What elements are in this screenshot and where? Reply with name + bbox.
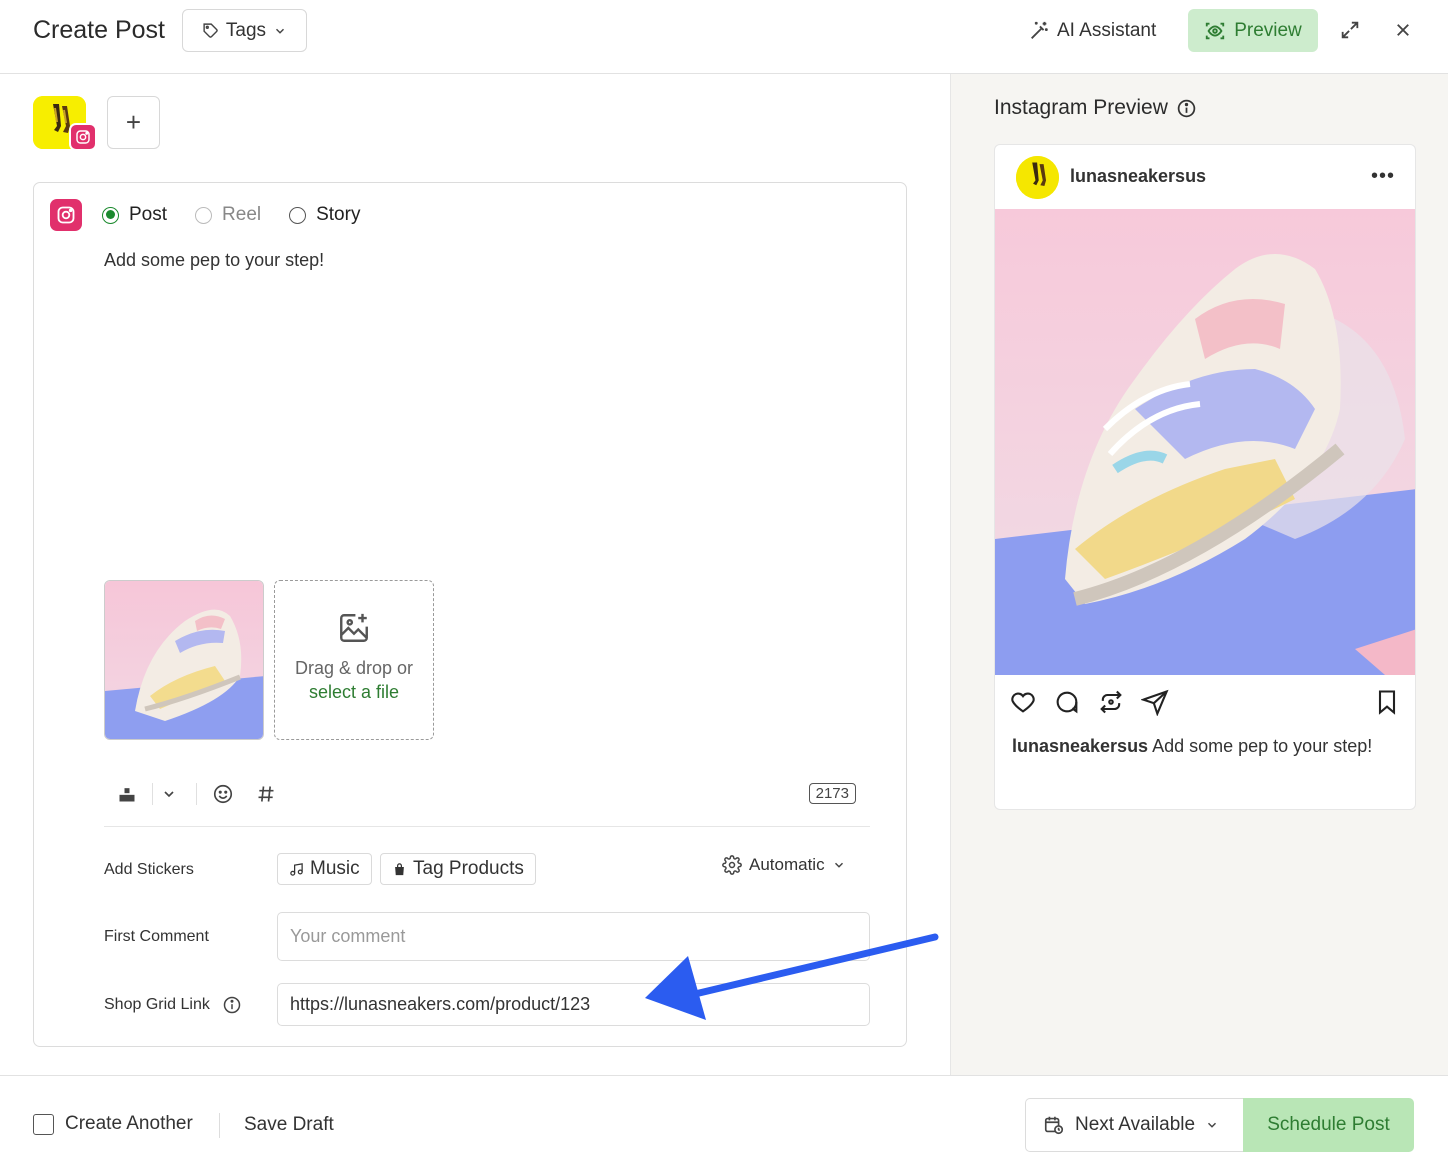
save-draft-button[interactable]: Save Draft (244, 1114, 334, 1136)
close-button[interactable] (1390, 16, 1416, 44)
magic-wand-icon (1031, 21, 1048, 39)
tags-button[interactable]: Tags (182, 9, 307, 52)
automatic-dropdown[interactable]: Automatic (722, 855, 846, 875)
hashtag-button[interactable] (253, 781, 279, 807)
sneaker-logo-icon (1016, 156, 1059, 199)
footer-divider (219, 1113, 220, 1138)
heart-icon[interactable] (1009, 688, 1037, 716)
page-title: Create Post (33, 16, 166, 44)
chevron-down-icon (834, 862, 843, 868)
chevron-down-icon (164, 791, 174, 798)
post-type-label: Reel (222, 204, 262, 225)
expand-icon (1341, 21, 1359, 39)
media-thumbnail[interactable] (104, 580, 264, 740)
preview-username: lunasneakersus (1070, 166, 1207, 186)
tags-label: Tags (225, 19, 267, 41)
preview-label: Preview (1234, 19, 1302, 41)
composer-panel: Post Reel Story Add some pep to your ste… (33, 182, 907, 1047)
emoji-icon (213, 784, 233, 804)
tag-products-label: Tag Products (413, 858, 524, 879)
sneaker-photo (105, 581, 263, 739)
info-icon[interactable] (222, 995, 242, 1015)
post-type-reel[interactable]: Reel (195, 204, 261, 226)
first-comment-label: First Comment (104, 928, 209, 945)
editor-toolbar: 2173 (104, 773, 870, 827)
music-label: Music (310, 858, 360, 879)
toolbar-divider (196, 783, 197, 805)
post-type-label: Post (129, 204, 168, 225)
preview-image (995, 209, 1415, 675)
select-file-link[interactable]: select a file (275, 682, 433, 703)
preview-button[interactable]: Preview (1188, 9, 1318, 52)
blocks-dropdown[interactable] (156, 781, 182, 807)
create-another-checkbox[interactable] (33, 1114, 54, 1135)
post-type-selector: Post Reel Story (102, 204, 360, 226)
dropzone-text: Drag & drop or (294, 658, 414, 678)
footer: Create Another Save Draft Next Available… (0, 1075, 1448, 1162)
character-count: 2173 (808, 783, 856, 804)
add-stickers-label: Add Stickers (104, 861, 194, 878)
post-type-story[interactable]: Story (289, 204, 360, 226)
media-dropzone[interactable]: Drag & drop or select a file (274, 580, 434, 740)
caption-username: lunasneakersus (1012, 736, 1149, 756)
blocks-button[interactable] (114, 781, 140, 807)
instagram-badge (69, 123, 97, 151)
send-icon[interactable] (1141, 688, 1169, 716)
instagram-preview-title: Instagram Preview (994, 96, 1197, 120)
radio-dot (102, 206, 119, 224)
eye-scan-icon (1206, 22, 1225, 39)
preview-title-text: Instagram Preview (994, 96, 1168, 119)
emoji-button[interactable] (210, 781, 236, 807)
tag-icon (203, 23, 218, 38)
instagram-icon (57, 206, 75, 224)
preview-avatar (1016, 156, 1059, 199)
add-image-icon (340, 613, 368, 642)
caption-text: Add some pep to your step! (1148, 736, 1373, 756)
ai-assistant-label: AI Assistant (1057, 20, 1157, 41)
post-header: lunasneakersus ••• (995, 145, 1415, 209)
schedule-post-button[interactable]: Schedule Post (1243, 1098, 1414, 1152)
post-actions (995, 683, 1415, 723)
radio-dot (289, 206, 307, 224)
shopping-bag-icon (395, 862, 404, 875)
calendar-clock-icon (1044, 1116, 1064, 1135)
automatic-label: Automatic (749, 855, 825, 874)
chevron-down-icon (1208, 1122, 1217, 1128)
repost-icon[interactable] (1097, 688, 1125, 716)
more-options-icon[interactable]: ••• (1371, 165, 1395, 188)
info-icon[interactable] (1176, 98, 1197, 119)
post-type-label: Story (316, 204, 361, 225)
next-available-label: Next Available (1075, 1114, 1196, 1135)
create-another-label[interactable]: Create Another (65, 1113, 193, 1135)
instagram-network-icon (50, 199, 82, 231)
gear-icon (722, 855, 742, 875)
comment-icon[interactable] (1053, 688, 1081, 716)
header: Create Post Tags AI Assistant Preview (0, 0, 1448, 74)
blocks-icon (119, 788, 135, 802)
add-account-button[interactable]: + (107, 96, 160, 149)
chevron-down-icon (276, 28, 285, 34)
hashtag-icon (258, 786, 274, 802)
music-note-icon (290, 862, 303, 876)
shop-grid-link-label: Shop Grid Link (104, 996, 210, 1014)
annotation-arrow (645, 933, 939, 1020)
instagram-icon (76, 130, 90, 144)
post-type-post[interactable]: Post (102, 204, 167, 226)
tag-products-button[interactable]: Tag Products (380, 853, 536, 885)
toolbar-divider (152, 783, 153, 805)
shop-grid-link-label-row: Shop Grid Link (104, 995, 242, 1015)
next-available-dropdown[interactable]: Next Available (1025, 1098, 1243, 1152)
post-text-editor[interactable]: Add some pep to your step! (104, 250, 324, 271)
radio-dot (195, 206, 213, 224)
expand-button[interactable] (1336, 16, 1364, 44)
music-button[interactable]: Music (277, 853, 372, 885)
sneaker-photo (995, 209, 1415, 675)
post-caption: lunasneakersus Add some pep to your step… (1012, 732, 1392, 760)
bookmark-icon[interactable] (1373, 688, 1401, 716)
ai-assistant-button[interactable]: AI Assistant (1028, 12, 1156, 50)
instagram-post-card: lunasneakersus ••• lunasneakersus Add so… (994, 144, 1416, 810)
preview-panel: Instagram Preview lunasneakersus ••• lun… (950, 74, 1448, 1075)
close-icon (1397, 24, 1409, 36)
